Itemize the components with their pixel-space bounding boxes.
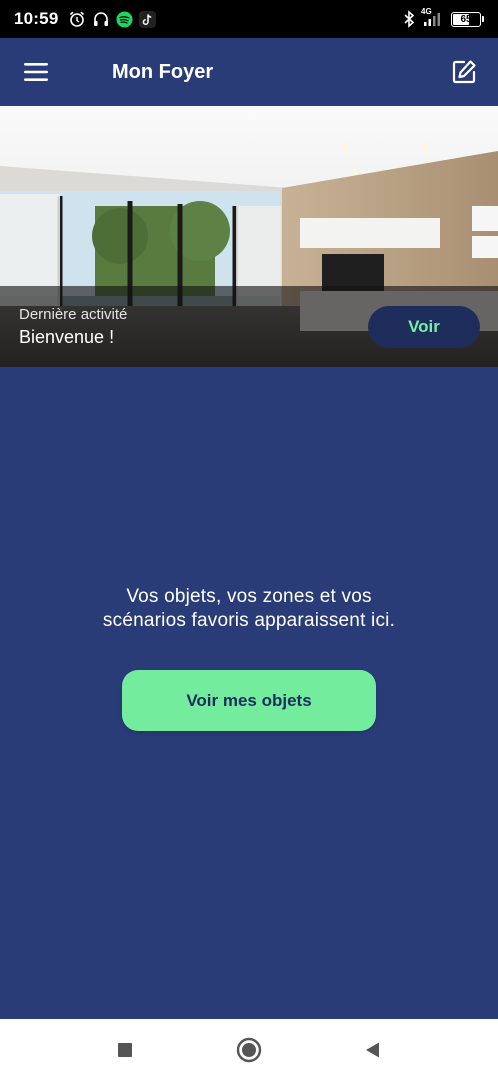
status-right-icons: 4G 65: [403, 7, 484, 28]
empty-state-line-1: Vos objets, vos zones et vos: [126, 586, 372, 607]
status-time: 10:59: [14, 9, 59, 28]
battery-icon: 65: [451, 11, 484, 27]
system-navigation-bar: [0, 1019, 498, 1080]
view-my-objects-button[interactable]: Voir mes objets: [122, 670, 376, 731]
battery-level: 65: [460, 13, 472, 25]
last-activity-value: Bienvenue !: [19, 327, 115, 347]
bluetooth-icon: [403, 10, 415, 28]
hero-banner: Dernière activité Bienvenue ! Voir: [0, 106, 498, 367]
spotify-icon: [116, 11, 133, 28]
hamburger-menu-icon[interactable]: [12, 48, 60, 96]
voir-button[interactable]: Voir: [368, 306, 480, 348]
tiktok-icon: [139, 10, 157, 28]
signal-icon: 4G: [421, 7, 445, 27]
app-bar: Mon Foyer: [0, 38, 498, 106]
last-activity-label: Dernière activité: [19, 306, 128, 323]
empty-state-message: Vos objets, vos zones et vos scénarios f…: [0, 585, 498, 633]
empty-state-line-2: scénarios favoris apparaissent ici.: [102, 610, 396, 631]
edit-icon[interactable]: [440, 48, 488, 96]
page-title: Mon Foyer: [112, 60, 214, 83]
recents-square-icon[interactable]: [105, 1030, 145, 1070]
home-circle-icon[interactable]: [229, 1030, 269, 1070]
status-bar: 10:59 4G 65: [0, 0, 498, 38]
back-triangle-icon[interactable]: [353, 1030, 393, 1070]
headphones-icon: [92, 10, 110, 28]
last-activity-bar: Dernière activité Bienvenue ! Voir: [0, 286, 498, 367]
alarm-icon: [68, 10, 86, 28]
network-type: 4G: [421, 7, 432, 16]
status-left-icons: [68, 10, 157, 28]
